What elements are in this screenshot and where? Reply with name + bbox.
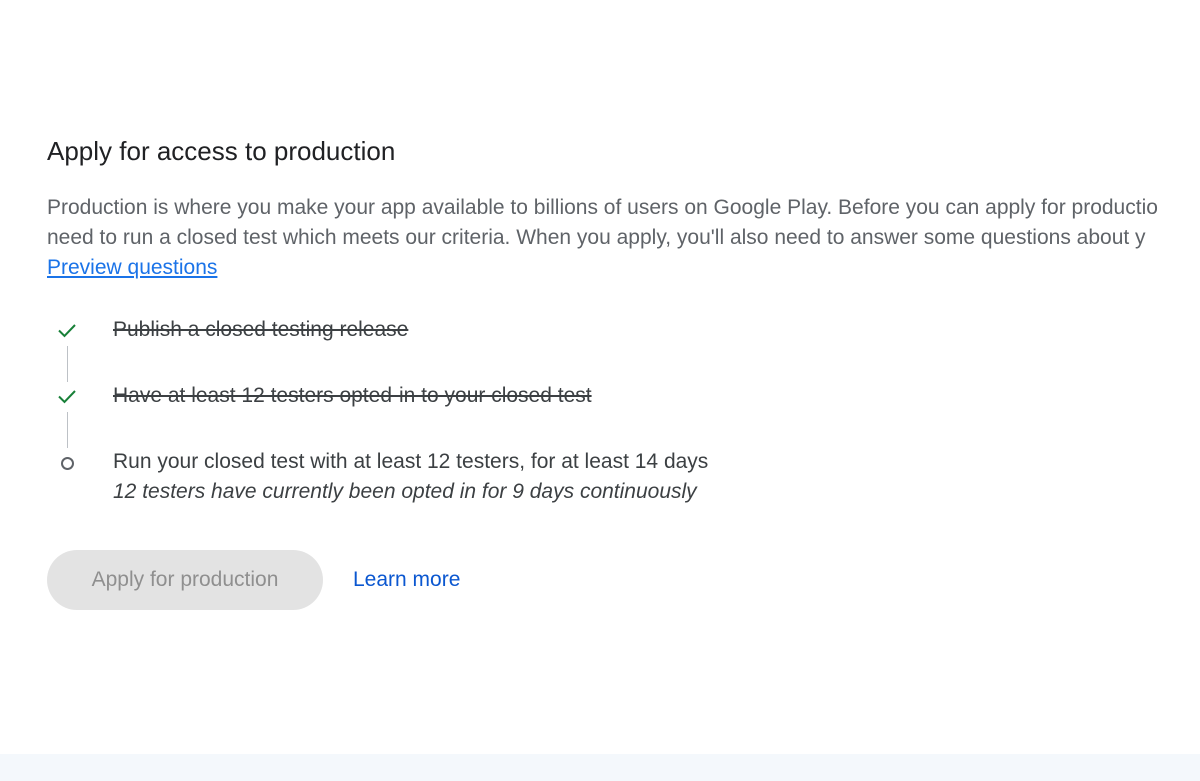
apply-for-production-button[interactable]: Apply for production — [47, 550, 323, 610]
step-detail: 12 testers have currently been opted in … — [113, 480, 697, 503]
step-connector — [67, 346, 68, 382]
preview-questions-link[interactable]: Preview questions — [47, 256, 217, 279]
step-label: Run your closed test with at least 12 te… — [113, 450, 709, 473]
section-description: Production is where you make your app av… — [47, 193, 1158, 283]
description-line-2: need to run a closed test which meets ou… — [47, 226, 1146, 249]
description-line-1: Production is where you make your app av… — [47, 196, 1158, 219]
page-title: Apply for access to production — [47, 136, 396, 166]
step-connector — [67, 412, 68, 448]
step-label: Publish a closed testing release — [113, 318, 409, 341]
requirements-stepper: Publish a closed testing release Have at… — [47, 314, 1197, 512]
checkmark-icon — [58, 390, 76, 404]
step-label: Have at least 12 testers opted-in to you… — [113, 384, 592, 407]
learn-more-link[interactable]: Learn more — [353, 568, 460, 592]
circle-icon — [61, 457, 74, 470]
step-publish-release: Publish a closed testing release — [47, 314, 1197, 382]
step-run-closed-test: Run your closed test with at least 12 te… — [47, 446, 1197, 512]
footer-band — [0, 754, 1200, 781]
page: Apply for access to production Productio… — [0, 0, 1200, 781]
checkmark-icon — [58, 324, 76, 338]
step-testers-opted-in: Have at least 12 testers opted-in to you… — [47, 380, 1197, 448]
